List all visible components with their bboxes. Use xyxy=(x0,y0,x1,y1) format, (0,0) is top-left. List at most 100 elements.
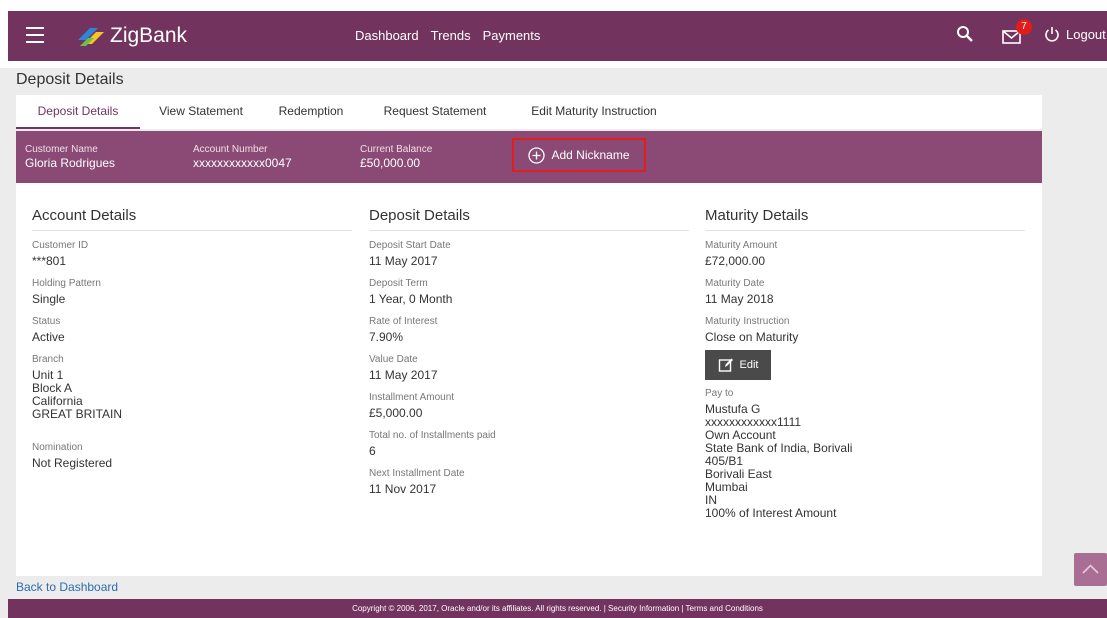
deposit-details-title: Deposit Details xyxy=(369,207,689,231)
field-deposit-start-date: Deposit Start Date 11 May 2017 xyxy=(369,239,689,268)
zigbank-logo-icon xyxy=(78,28,104,46)
current-balance-label: Current Balance xyxy=(360,144,433,155)
app-name: ZigBank xyxy=(110,24,188,47)
field-customer-id: Customer ID ***801 xyxy=(32,239,352,268)
app-logo[interactable]: ZigBank xyxy=(76,22,187,50)
account-number-label: Account Number xyxy=(193,144,268,155)
power-icon xyxy=(1045,27,1059,42)
add-nickname-label: Add Nickname xyxy=(551,148,630,162)
current-balance-value: £50,000.00 xyxy=(360,156,421,170)
field-label: Value Date xyxy=(369,354,418,365)
field-next-installment-date: Next Installment Date 11 Nov 2017 xyxy=(369,467,689,496)
tab-view-statement[interactable]: View Statement xyxy=(140,95,262,129)
field-value: 11 May 2018 xyxy=(705,292,774,306)
field-label: Deposit Start Date xyxy=(369,240,451,251)
account-details-section: Account Details Customer ID ***801 Holdi… xyxy=(32,207,352,479)
field-label: Nomination xyxy=(32,442,83,453)
pay-to-line: State Bank of India, Borivali xyxy=(705,441,853,455)
deposit-details-panel: Account Details Customer ID ***801 Holdi… xyxy=(16,183,1042,576)
page-title: Deposit Details xyxy=(16,71,124,88)
field-label: Installment Amount xyxy=(369,392,455,403)
field-value: 11 Nov 2017 xyxy=(369,482,437,496)
nav-dashboard[interactable]: Dashboard xyxy=(355,28,419,43)
logout-button[interactable]: Logout xyxy=(1044,26,1106,42)
notification-badge: 7 xyxy=(1016,19,1032,35)
field-value: ***801 xyxy=(32,254,67,268)
footer: Copyright © 2006, 2017, Oracle and/or it… xyxy=(8,599,1107,618)
field-value: £72,000.00 xyxy=(705,254,766,268)
tab-deposit-details[interactable]: Deposit Details xyxy=(16,95,140,129)
field-value: 1 Year, 0 Month xyxy=(369,292,453,306)
mailbox-button[interactable]: 7 xyxy=(1002,19,1032,47)
search-icon[interactable] xyxy=(956,25,974,43)
deposit-details-section: Deposit Details Deposit Start Date 11 Ma… xyxy=(369,207,689,505)
field-value-date: Value Date 11 May 2017 xyxy=(369,353,689,382)
account-number-block: Account Number xxxxxxxxxxxx0047 xyxy=(193,144,292,170)
branch-line: Unit 1 xyxy=(32,368,64,382)
maturity-details-title: Maturity Details xyxy=(705,207,1025,231)
hamburger-menu-icon[interactable] xyxy=(26,27,44,43)
field-value: 11 May 2017 xyxy=(369,368,438,382)
tab-bar: Deposit Details View Statement Redemptio… xyxy=(16,95,1042,129)
field-value: Active xyxy=(32,330,65,344)
edit-maturity-button[interactable]: Edit xyxy=(705,350,771,380)
field-branch: Branch Unit 1 Block A California GREAT B… xyxy=(32,353,352,421)
field-label: Status xyxy=(32,316,61,327)
customer-name-block: Customer Name Gloria Rodrigues xyxy=(25,144,115,170)
field-value: 7.90% xyxy=(369,330,404,344)
field-holding-pattern: Holding Pattern Single xyxy=(32,277,352,306)
field-label: Deposit Term xyxy=(369,278,428,289)
field-rate-of-interest: Rate of Interest 7.90% xyxy=(369,315,689,344)
back-to-dashboard-link[interactable]: Back to Dashboard xyxy=(16,580,118,594)
field-label: Holding Pattern xyxy=(32,278,101,289)
field-label: Rate of Interest xyxy=(369,316,438,327)
account-summary-bar: Customer Name Gloria Rodrigues Account N… xyxy=(16,131,1042,183)
branch-line: GREAT BRITAIN xyxy=(32,407,123,421)
field-value: Not Registered xyxy=(32,456,113,470)
add-nickname-button[interactable]: Add Nickname xyxy=(512,138,646,172)
field-label: Maturity Amount xyxy=(705,240,778,251)
edit-label: Edit xyxy=(739,359,759,371)
field-installments-paid: Total no. of Installments paid 6 xyxy=(369,429,689,458)
field-value: 11 May 2017 xyxy=(369,254,438,268)
field-label: Customer ID xyxy=(32,240,89,251)
chevron-up-icon xyxy=(1082,564,1099,574)
field-label: Pay to xyxy=(705,388,734,399)
tab-edit-maturity-instruction[interactable]: Edit Maturity Instruction xyxy=(510,95,678,129)
field-label: Total no. of Installments paid xyxy=(369,430,496,441)
field-value: 6 xyxy=(369,444,376,458)
field-nomination: Nomination Not Registered xyxy=(32,441,352,470)
nav-payments[interactable]: Payments xyxy=(483,28,541,43)
field-value: £5,000.00 xyxy=(369,406,423,420)
account-number-value: xxxxxxxxxxxx0047 xyxy=(193,156,292,170)
app-header: ZigBank Dashboard Trends Payments 7 Logo… xyxy=(8,11,1107,61)
field-label: Branch xyxy=(32,354,64,365)
field-status: Status Active xyxy=(32,315,352,344)
field-value: Close on Maturity xyxy=(705,330,799,344)
field-maturity-instruction: Maturity Instruction Close on Maturity xyxy=(705,315,1025,344)
field-label: Maturity Instruction xyxy=(705,316,790,327)
field-maturity-date: Maturity Date 11 May 2018 xyxy=(705,277,1025,306)
tab-redemption[interactable]: Redemption xyxy=(262,95,360,129)
field-installment-amount: Installment Amount £5,000.00 xyxy=(369,391,689,420)
customer-name-value: Gloria Rodrigues xyxy=(25,156,116,170)
pay-to-line: Mumbai xyxy=(705,480,748,494)
customer-name-label: Customer Name xyxy=(25,144,98,155)
field-label: Maturity Date xyxy=(705,278,765,289)
tab-request-statement[interactable]: Request Statement xyxy=(360,95,510,129)
nav-trends[interactable]: Trends xyxy=(431,28,471,43)
field-pay-to: Pay to Mustufa G xxxxxxxxxxxx1111 Own Ac… xyxy=(705,387,1025,520)
field-deposit-term: Deposit Term 1 Year, 0 Month xyxy=(369,277,689,306)
plus-circle-icon xyxy=(528,146,546,164)
account-details-title: Account Details xyxy=(32,207,352,231)
main-nav: Dashboard Trends Payments xyxy=(355,28,540,43)
logout-label: Logout xyxy=(1066,26,1106,42)
field-value: Single xyxy=(32,292,66,306)
pay-to-line: Borivali East xyxy=(705,467,772,481)
current-balance-block: Current Balance £50,000.00 xyxy=(360,144,432,170)
maturity-details-section: Maturity Details Maturity Amount £72,000… xyxy=(705,207,1025,529)
scroll-to-top-button[interactable] xyxy=(1074,553,1107,586)
edit-icon xyxy=(718,358,733,372)
field-label: Next Installment Date xyxy=(369,468,465,479)
field-maturity-amount: Maturity Amount £72,000.00 xyxy=(705,239,1025,268)
